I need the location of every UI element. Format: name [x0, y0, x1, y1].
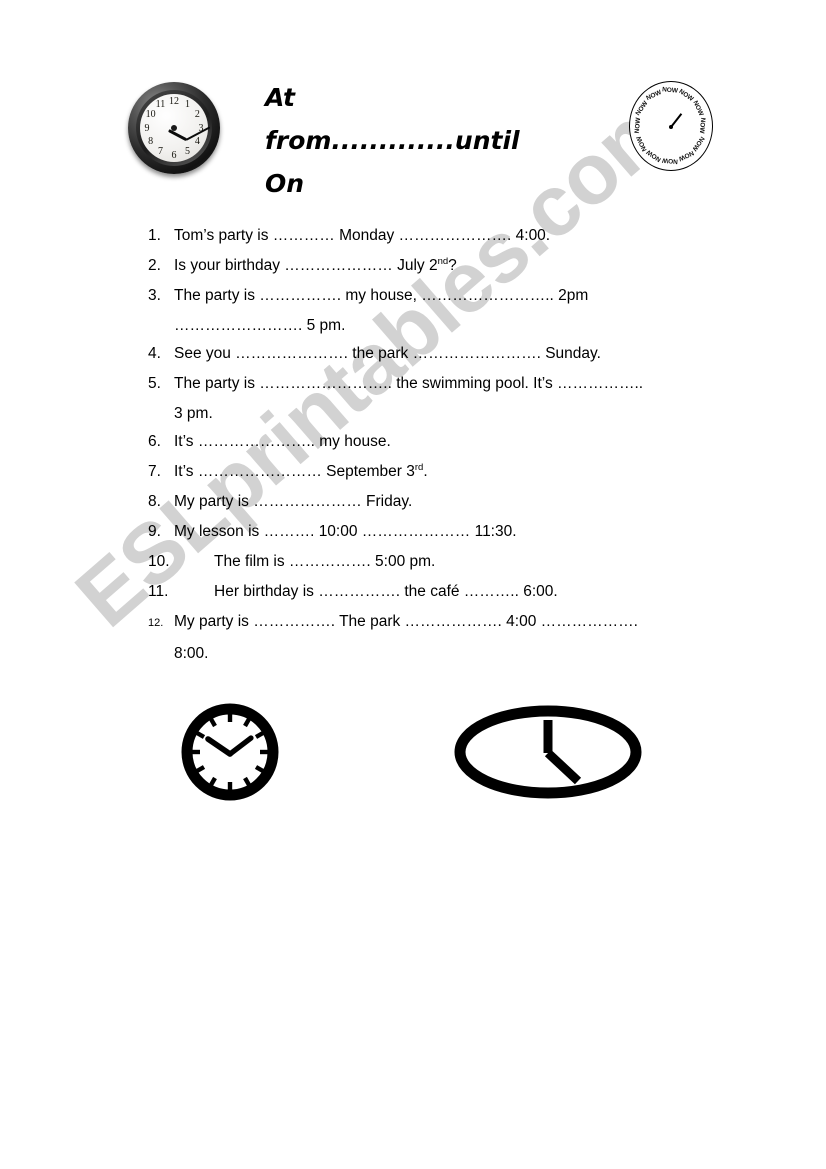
wall-clock-center-pin: [171, 125, 177, 131]
exercise-item: 12. My party is ……………. The park ………………. 4…: [148, 608, 758, 638]
exercise-text-lead: Is your birthday ………………… July 2: [174, 257, 438, 274]
exercise-text: My party is ………………… Friday.: [174, 493, 413, 510]
worksheet-page: ESLprintables.com 12 1 2 3 4 5 6 7 8 9 10 11 At fro…: [0, 0, 826, 1169]
now-clock-icon: NOW NOW NOW NOW NOW NOW NOW NOW NOW NOW NOW NOW: [626, 80, 716, 172]
exercise-continuation-line: 3 pm.: [174, 405, 213, 422]
exercise-number: 1.: [148, 227, 161, 244]
wall-clock-numeral-7: 7: [158, 145, 163, 157]
title-line-from-until: from.............until: [265, 126, 520, 155]
exercise-text-tail: .: [423, 463, 428, 480]
wall-clock-numeral-11: 11: [155, 99, 166, 111]
round-tick-clock-icon: [181, 703, 279, 801]
wall-clock-hour-hand: [168, 129, 187, 142]
exercise-text: It’s ………………….. my house.: [174, 433, 391, 450]
exercise-number: 3.: [148, 287, 161, 304]
exercise-ordinal-suffix: nd: [437, 255, 449, 267]
worksheet-header: 12 1 2 3 4 5 6 7 8 9 10 11 At from.............unti…: [0, 0, 826, 215]
exercise-continuation-line: 8:00.: [174, 645, 209, 662]
exercise-continuation-line: ……………………. 5 pm.: [174, 317, 346, 334]
wall-clock-numeral-12: 12: [169, 95, 179, 107]
title-block: At from.............until On: [265, 76, 595, 205]
exercise-number: 11.: [148, 583, 169, 600]
exercise-item: 2. Is your birthday ………………… July 2nd?: [148, 252, 758, 280]
oval-outline-clock-icon: [454, 705, 642, 799]
exercise-text: It’s …………………… September 3rd.: [174, 458, 758, 486]
exercise-text-lead: It’s …………………… September 3: [174, 463, 415, 480]
exercise-text: My party is ……………. The park ………………. 4:00…: [174, 613, 638, 630]
exercise-item: 4. See you …………………. the park ……………………. Su…: [148, 340, 758, 368]
wall-clock-icon: 12 1 2 3 4 5 6 7 8 9 10 11: [128, 82, 220, 174]
title-line-on: On: [265, 169, 305, 198]
exercise-text: The party is ……………. my house, ……………………..…: [174, 287, 589, 304]
exercise-number: 5.: [148, 375, 161, 392]
exercise-text: Is your birthday ………………… July 2nd?: [174, 252, 758, 280]
exercise-text: Her birthday is ……………. the café ……….. 6:…: [214, 583, 558, 600]
wall-clock-numeral-8: 8: [148, 136, 154, 147]
exercise-number: 9.: [148, 523, 161, 540]
exercise-item: 7. It’s …………………… September 3rd.: [148, 458, 758, 486]
exercise-text: My lesson is ………. 10:00 ………………… 11:30.: [174, 523, 517, 540]
exercise-item: 9. My lesson is ………. 10:00 ………………… 11:30.: [148, 518, 758, 546]
wall-clock-numeral-6: 6: [171, 149, 177, 161]
exercise-number: 10.: [148, 553, 170, 570]
exercise-number: 6.: [148, 433, 161, 450]
exercise-number: 12.: [148, 617, 164, 629]
wall-clock-numeral-5: 5: [185, 145, 190, 157]
exercise-number: 8.: [148, 493, 161, 510]
exercise-item: 8. My party is ………………… Friday.: [148, 488, 758, 516]
exercise-item: 5. The party is …………………….. the swimming p…: [148, 370, 758, 398]
exercise-item: 1. Tom’s party is ………… Monday …………………. 4:…: [148, 222, 758, 250]
exercise-text: The film is ……………. 5:00 pm.: [214, 553, 436, 570]
exercise-number: 7.: [148, 463, 161, 480]
exercise-item: 10. The film is ……………. 5:00 pm.: [148, 548, 758, 576]
exercise-item: 6. It’s ………………….. my house.: [148, 428, 758, 456]
wall-clock-numeral-10: 10: [145, 109, 156, 120]
exercise-text-tail: ?: [448, 257, 457, 274]
exercise-item: 3. The party is ……………. my house, ………………………: [148, 282, 758, 310]
exercise-list: 1. Tom’s party is ………… Monday …………………. 4:…: [148, 222, 758, 668]
wall-clock-numeral-2: 2: [194, 109, 200, 120]
wall-clock-numeral-9: 9: [144, 122, 150, 134]
exercise-text: The party is …………………….. the swimming poo…: [174, 375, 644, 392]
bottom-clock-art: [0, 690, 826, 820]
exercise-text: Tom’s party is ………… Monday …………………. 4:00…: [174, 227, 551, 244]
exercise-text: See you …………………. the park ……………………. Sund…: [174, 345, 601, 362]
now-clock-center-pin: [668, 124, 673, 129]
exercise-number: 4.: [148, 345, 161, 362]
exercise-item: 11. Her birthday is ……………. the café ………..…: [148, 578, 758, 606]
title-line-at: At: [265, 83, 295, 112]
exercise-number: 2.: [148, 257, 161, 274]
